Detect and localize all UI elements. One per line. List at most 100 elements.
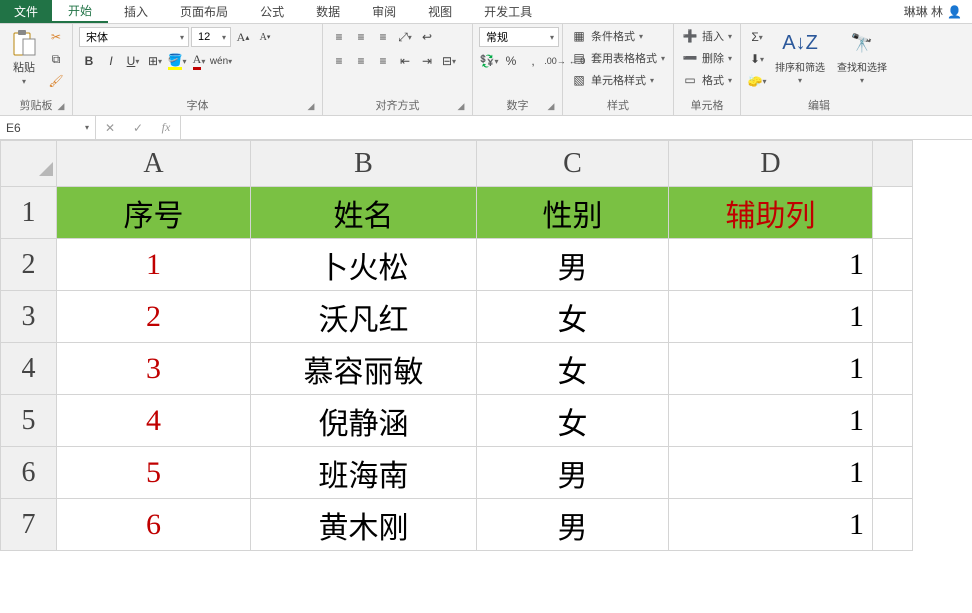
currency-button[interactable]: 💱▾ (479, 51, 499, 71)
tab-data[interactable]: 数据 (300, 0, 356, 23)
cell[interactable]: 1 (669, 447, 873, 499)
cell[interactable]: 女 (477, 291, 669, 343)
align-right-button[interactable]: ≡ (373, 51, 393, 71)
tab-insert[interactable]: 插入 (108, 0, 164, 23)
bold-button[interactable]: B (79, 51, 99, 71)
file-tab[interactable]: 文件 (0, 0, 52, 23)
cell[interactable]: 性别 (477, 187, 669, 239)
cell[interactable]: 沃凡红 (251, 291, 477, 343)
sort-filter-button[interactable]: A↓Z 排序和筛选 ▾ (771, 27, 829, 87)
delete-cells-button[interactable]: ➖ 删除 ▾ (680, 49, 734, 67)
col-header-d[interactable]: D (669, 141, 873, 187)
cell[interactable]: 黄木刚 (251, 499, 477, 551)
cell[interactable]: 男 (477, 499, 669, 551)
cell[interactable]: 女 (477, 343, 669, 395)
cell[interactable]: 1 (57, 239, 251, 291)
tab-page-layout[interactable]: 页面布局 (164, 0, 244, 23)
cell[interactable]: 男 (477, 239, 669, 291)
cell[interactable]: 1 (669, 239, 873, 291)
cell[interactable] (873, 239, 913, 291)
find-select-button[interactable]: 🔭 查找和选择 ▾ (833, 27, 891, 87)
wrap-text-button[interactable]: ↩ (417, 27, 437, 47)
cell[interactable] (873, 499, 913, 551)
clear-button[interactable]: 🧽▾ (747, 71, 767, 91)
copy-button[interactable]: ⧉ (46, 49, 66, 69)
format-as-table-button[interactable]: ▤ 套用表格格式 ▾ (569, 49, 667, 67)
cell[interactable] (873, 343, 913, 395)
cell[interactable]: 辅助列 (669, 187, 873, 239)
cell[interactable]: 姓名 (251, 187, 477, 239)
insert-function-button[interactable]: fx (152, 116, 180, 139)
dialog-launcher-icon[interactable]: ◢ (306, 101, 316, 111)
cancel-formula-button[interactable]: ✕ (96, 116, 124, 139)
cell[interactable]: 3 (57, 343, 251, 395)
cell[interactable]: 女 (477, 395, 669, 447)
cell[interactable]: 1 (669, 499, 873, 551)
col-header-e[interactable] (873, 141, 913, 187)
tab-developer[interactable]: 开发工具 (468, 0, 548, 23)
paste-button[interactable]: 粘贴 ▾ (6, 27, 42, 88)
cell[interactable]: 班海南 (251, 447, 477, 499)
align-top-button[interactable]: ≡ (329, 27, 349, 47)
comma-button[interactable]: , (523, 51, 543, 71)
user-name[interactable]: 琳琳 林 👤 (894, 0, 972, 23)
format-cells-button[interactable]: ▭ 格式 ▾ (680, 71, 734, 89)
font-color-button[interactable]: A▾ (189, 51, 209, 71)
align-middle-button[interactable]: ≡ (351, 27, 371, 47)
cell[interactable] (873, 187, 913, 239)
italic-button[interactable]: I (101, 51, 121, 71)
borders-button[interactable]: ⊞▾ (145, 51, 165, 71)
cut-button[interactable]: ✂ (46, 27, 66, 47)
insert-cells-button[interactable]: ➕ 插入 ▾ (680, 27, 734, 45)
tab-view[interactable]: 视图 (412, 0, 468, 23)
font-name-combo[interactable]: 宋体 ▾ (79, 27, 189, 47)
select-all-corner[interactable] (1, 141, 57, 187)
decrease-font-button[interactable]: A▾ (255, 27, 275, 47)
row-header-3[interactable]: 3 (1, 291, 57, 343)
tab-home[interactable]: 开始 (52, 0, 108, 23)
merge-center-button[interactable]: ⊟▾ (439, 51, 459, 71)
cell[interactable]: 慕容丽敏 (251, 343, 477, 395)
underline-button[interactable]: U▾ (123, 51, 143, 71)
increase-indent-button[interactable]: ⇥ (417, 51, 437, 71)
cell-styles-button[interactable]: ▧ 单元格样式 ▾ (569, 71, 656, 89)
align-left-button[interactable]: ≡ (329, 51, 349, 71)
row-header-2[interactable]: 2 (1, 239, 57, 291)
number-format-combo[interactable]: 常规 ▾ (479, 27, 559, 47)
cell[interactable]: 卜火松 (251, 239, 477, 291)
cell[interactable] (873, 447, 913, 499)
cell[interactable]: 序号 (57, 187, 251, 239)
enter-formula-button[interactable]: ✓ (124, 116, 152, 139)
row-header-1[interactable]: 1 (1, 187, 57, 239)
align-bottom-button[interactable]: ≡ (373, 27, 393, 47)
orientation-button[interactable]: ⤢▾ (395, 27, 415, 47)
autosum-button[interactable]: Σ▾ (747, 27, 767, 47)
cell[interactable]: 1 (669, 395, 873, 447)
percent-button[interactable]: % (501, 51, 521, 71)
col-header-a[interactable]: A (57, 141, 251, 187)
cell[interactable]: 5 (57, 447, 251, 499)
fill-button[interactable]: ⬇▾ (747, 49, 767, 69)
row-header-4[interactable]: 4 (1, 343, 57, 395)
name-box[interactable]: E6 ▾ (0, 116, 96, 139)
align-center-button[interactable]: ≡ (351, 51, 371, 71)
row-header-5[interactable]: 5 (1, 395, 57, 447)
tab-review[interactable]: 审阅 (356, 0, 412, 23)
cell[interactable]: 1 (669, 343, 873, 395)
cell[interactable]: 4 (57, 395, 251, 447)
cell[interactable] (873, 395, 913, 447)
increase-font-button[interactable]: A▴ (233, 27, 253, 47)
col-header-b[interactable]: B (251, 141, 477, 187)
cell[interactable]: 男 (477, 447, 669, 499)
decrease-indent-button[interactable]: ⇤ (395, 51, 415, 71)
cell[interactable]: 6 (57, 499, 251, 551)
dialog-launcher-icon[interactable]: ◢ (546, 101, 556, 111)
pinyin-button[interactable]: wén▾ (211, 51, 231, 71)
cell[interactable]: 2 (57, 291, 251, 343)
cell[interactable]: 倪静涵 (251, 395, 477, 447)
col-header-c[interactable]: C (477, 141, 669, 187)
format-painter-button[interactable]: 🖌 (46, 71, 66, 91)
row-header-6[interactable]: 6 (1, 447, 57, 499)
dialog-launcher-icon[interactable]: ◢ (56, 101, 66, 111)
cell[interactable] (873, 291, 913, 343)
